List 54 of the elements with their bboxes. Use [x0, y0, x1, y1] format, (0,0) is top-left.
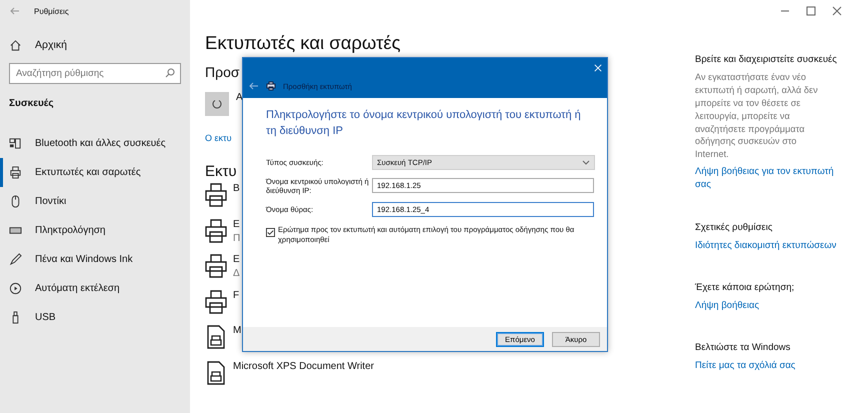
dialog-heading: Πληκτρολογήστε το όνομα κεντρικού υπολογιστή του εκτυπωτή ή τη διεύθυνση IP: [266, 108, 582, 139]
printer-name[interactable]: F: [233, 290, 240, 300]
section-heading: Συσκευές: [8, 97, 55, 111]
autoplay-icon: [9, 282, 22, 295]
printer-name[interactable]: B: [233, 183, 240, 194]
pen-icon: [9, 253, 22, 266]
sidebar-item[interactable]: Πληκτρολόγηση: [0, 216, 190, 245]
sidebar-item[interactable]: USB: [0, 303, 190, 332]
related-heading: Σχετικές ρυθμίσεις: [695, 222, 774, 233]
help-link[interactable]: Ιδιότητες διακομιστή εκτυπώσεων: [695, 238, 845, 252]
home-icon: [9, 38, 22, 52]
section-heading: Προσ: [205, 64, 240, 80]
printer-link[interactable]: Ο εκτυ: [205, 133, 232, 143]
home-link[interactable]: Αρχική: [0, 22, 190, 54]
checkbox[interactable]: [266, 228, 275, 237]
printer-icon: [205, 290, 227, 314]
printer-status: Π: [233, 232, 240, 244]
close-icon[interactable]: [832, 6, 842, 16]
related-heading: Βρείτε και διαχειριστείτε συσκευές: [695, 54, 838, 65]
printer-icon: [205, 183, 227, 207]
help-link[interactable]: Πείτε μας τα σχόλιά σας: [695, 359, 845, 373]
related-heading: Έχετε κάποια ερώτηση;: [695, 282, 796, 294]
refresh-button[interactable]: [205, 92, 229, 116]
printer-name[interactable]: Microsoft XPS Document Writer: [233, 360, 374, 372]
help-link[interactable]: Λήψη βοήθειας: [695, 299, 845, 312]
sidebar-item[interactable]: Ποντίκι: [0, 187, 190, 216]
sidebar-item[interactable]: Bluetooth και άλλες συσκευές: [0, 129, 190, 158]
chevron-icon: [582, 158, 590, 166]
printer-icon: [205, 218, 227, 242]
maximize-icon[interactable]: [806, 6, 816, 16]
help-link[interactable]: Λήψη βοήθειας για τον εκτυπωτή σας: [695, 165, 845, 192]
back-icon[interactable]: [249, 81, 259, 91]
section-heading: Εκτυ: [205, 163, 237, 182]
refresh-icon: [211, 98, 223, 110]
search-field[interactable]: Αναζήτηση ρύθμισης: [9, 63, 181, 84]
sidebar-item[interactable]: Εκτυπωτές και σαρωτές: [0, 158, 190, 187]
sidebar-item[interactable]: Αυτόματη εκτέλεση: [0, 274, 190, 303]
sidebar-item[interactable]: Πένα και Windows Ink: [0, 245, 190, 274]
search-icon: [165, 68, 175, 78]
window-title: Ρυθμίσεις: [34, 6, 69, 16]
page-title: Εκτυπωτές και σαρωτές: [205, 32, 401, 55]
document-printer-icon: [205, 325, 227, 349]
printer-name[interactable]: E: [233, 218, 240, 230]
related-heading: Βελτιώστε τα Windows: [695, 342, 792, 354]
printer-name[interactable]: M: [233, 325, 242, 336]
add-button-label[interactable]: A: [236, 92, 243, 103]
printer-name[interactable]: E: [233, 254, 240, 265]
mouse-icon: [9, 195, 22, 208]
printer-icon: [205, 254, 227, 278]
printer-status: Δ: [233, 268, 240, 279]
help-text: Αν εγκαταστήσατε έναν νέο εκτυπωτή ή σαρωτή, αλλά δεν μπορείτε να τον θέσετε σε λειτουργία, μπορείτε να αναζητήσετε προγράμματα οδήγησης συσκευών στο Internet.: [695, 71, 819, 162]
printer-icon: [9, 166, 22, 179]
printer-icon: [266, 81, 276, 91]
document-printer-icon: [205, 360, 227, 384]
